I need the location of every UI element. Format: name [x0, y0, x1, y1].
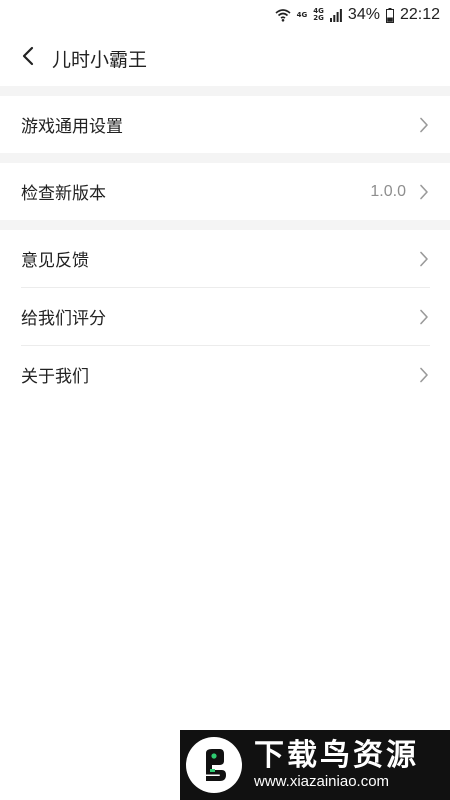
- watermark-title: 下载鸟资源: [254, 738, 419, 773]
- watermark-url: www.xiazainiao.com: [254, 773, 390, 790]
- settings-row-rate-us[interactable]: 给我们评分: [0, 288, 450, 345]
- network-dual-indicator: 4G 2G: [313, 8, 324, 22]
- battery-percent: 34%: [347, 6, 380, 23]
- row-label: 意见反馈: [21, 251, 89, 271]
- net-bottom-label: 2G: [313, 14, 324, 22]
- settings-row-about-us[interactable]: 关于我们: [0, 346, 450, 403]
- back-arrow-icon: [22, 46, 34, 70]
- signal-icon: [329, 8, 342, 22]
- row-label: 关于我们: [21, 367, 89, 387]
- network-4g-indicator: 4G: [296, 10, 308, 19]
- battery-icon: [385, 7, 394, 23]
- chevron-right-icon: [418, 250, 430, 268]
- chevron-right-icon: [418, 366, 430, 384]
- clock: 22:12: [399, 6, 440, 23]
- status-bar: 4G 4G 2G 34% 22:12: [0, 0, 450, 30]
- section-gap: [0, 220, 450, 230]
- watermark-text: 下载鸟资源 www.xiazainiao.com: [254, 739, 419, 791]
- back-button[interactable]: [0, 30, 56, 86]
- row-label: 游戏通用设置: [21, 117, 123, 137]
- version-value: 1.0.0: [370, 182, 406, 200]
- section-gap: [0, 86, 450, 96]
- row-label: 检查新版本: [21, 184, 106, 204]
- row-label: 给我们评分: [21, 309, 106, 329]
- section-gap: [0, 153, 450, 163]
- net-top-label: 4G: [296, 10, 308, 19]
- settings-row-check-version[interactable]: 检查新版本 1.0.0: [0, 163, 450, 220]
- watermark-banner: 下载鸟资源 www.xiazainiao.com: [180, 730, 450, 800]
- chevron-right-icon: [418, 116, 430, 134]
- wifi-icon: [275, 8, 291, 22]
- page-title: 儿时小霸王: [52, 48, 148, 71]
- chevron-right-icon: [418, 308, 430, 326]
- settings-row-feedback[interactable]: 意见反馈: [0, 230, 450, 287]
- chevron-right-icon: [418, 183, 430, 201]
- app-header: 儿时小霸王: [0, 30, 450, 86]
- bird-logo-icon: [186, 737, 242, 793]
- settings-list: 游戏通用设置 检查新版本 1.0.0 意见反馈 给我们评分 关于我们: [0, 86, 450, 403]
- settings-row-game-general[interactable]: 游戏通用设置: [0, 96, 450, 153]
